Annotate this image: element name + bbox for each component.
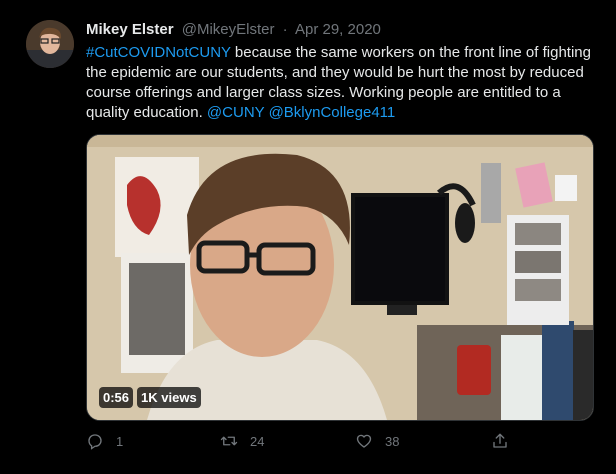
video-views: 1K views xyxy=(137,387,201,408)
tweet-header: Mikey Elster @MikeyElster · Apr 29, 2020 xyxy=(86,21,381,38)
video-frame xyxy=(87,135,593,420)
video-duration: 0:56 xyxy=(99,387,134,408)
retweet-count: 24 xyxy=(250,433,265,449)
tweet-date[interactable]: Apr 29, 2020 xyxy=(295,21,381,38)
author-name[interactable]: Mikey Elster xyxy=(86,21,174,38)
tweet-actions: 1 24 38 xyxy=(86,430,526,452)
share-icon xyxy=(493,433,507,448)
retweet-button[interactable]: 24 xyxy=(220,432,264,450)
retweet-icon xyxy=(220,436,238,446)
tweet[interactable]: Mikey Elster @MikeyElster · Apr 29, 2020… xyxy=(0,0,616,474)
tweet-text: #CutCOVIDNotCUNY because the same worker… xyxy=(86,43,596,123)
reply-button[interactable]: 1 xyxy=(86,432,123,450)
hashtag-link[interactable]: #CutCOVIDNotCUNY xyxy=(86,44,231,61)
avatar[interactable] xyxy=(26,20,74,68)
like-count: 38 xyxy=(385,433,400,449)
mention-bklyn-college[interactable]: @BklynCollege411 xyxy=(269,104,396,121)
like-button[interactable]: 38 xyxy=(355,432,399,450)
heart-icon xyxy=(356,434,372,448)
separator: · xyxy=(282,21,288,38)
video-badges: 0:56 1K views xyxy=(99,387,201,408)
share-button[interactable] xyxy=(491,432,509,450)
video-player[interactable]: 0:56 1K views xyxy=(86,134,594,421)
reply-icon xyxy=(88,434,102,450)
mention-cuny[interactable]: @CUNY xyxy=(207,104,264,121)
reply-count: 1 xyxy=(116,433,124,449)
author-handle[interactable]: @MikeyElster xyxy=(182,21,275,38)
